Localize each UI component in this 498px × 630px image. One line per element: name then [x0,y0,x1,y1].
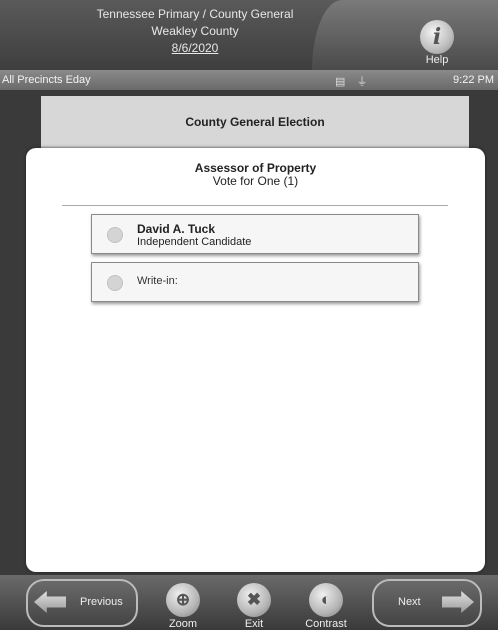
header-bar: Tennessee Primary / County General Weakl… [0,0,498,70]
radio-button[interactable] [107,227,123,243]
help-tab [312,0,498,70]
zoom-icon[interactable]: ⊕ [166,583,200,617]
status-icons: ▤ ⏚ [335,73,367,89]
zoom-label[interactable]: Zoom [153,618,213,630]
ballot-card: Assessor of Property Vote for One (1) Da… [26,148,485,572]
vote-instruction: Vote for One (1) [212,174,299,188]
next-button[interactable]: Next [372,579,482,627]
candidate-name: David A. Tuck [137,222,216,236]
contest-title: Assessor of Property Vote for One (1) [26,162,485,188]
arrow-right-icon [442,591,474,613]
arrow-left-icon [34,591,66,613]
write-in-label: Write-in: [137,275,178,287]
status-bar: All Precincts Eday ▤ ⏚ 9:22 PM [0,70,498,90]
clock: 9:22 PM [453,74,494,86]
printer-icon: ▤ [335,76,346,88]
exit-icon[interactable]: ✖ [237,583,271,617]
contrast-label[interactable]: Contrast [296,618,356,630]
exit-label[interactable]: Exit [224,618,284,630]
help-label[interactable]: Help [420,54,454,66]
candidate-party: Independent Candidate [137,236,252,248]
election-title: Tennessee Primary / County General Weakl… [60,6,330,57]
election-name: Tennessee Primary / County General [96,7,294,21]
previous-label: Previous [80,596,123,608]
previous-button[interactable]: Previous [26,579,138,627]
next-label: Next [398,596,421,608]
contest-header: County General Election [41,96,469,148]
write-in-option[interactable]: Write-in: [91,262,419,302]
candidate-option[interactable]: David A. Tuck Independent Candidate [91,214,419,254]
contrast-icon[interactable]: ◐ [309,583,343,617]
divider [62,205,448,206]
county-name: Weakley County [151,24,239,38]
help-icon[interactable]: i [420,20,454,54]
election-date: 8/6/2020 [171,41,219,55]
power-plug-icon: ⏚ [356,76,368,88]
precinct-label: All Precincts Eday [2,74,91,86]
footer-bar: Previous ⊕ Zoom ✖ Exit ◐ Contrast Next [0,575,498,630]
radio-button[interactable] [107,275,123,291]
